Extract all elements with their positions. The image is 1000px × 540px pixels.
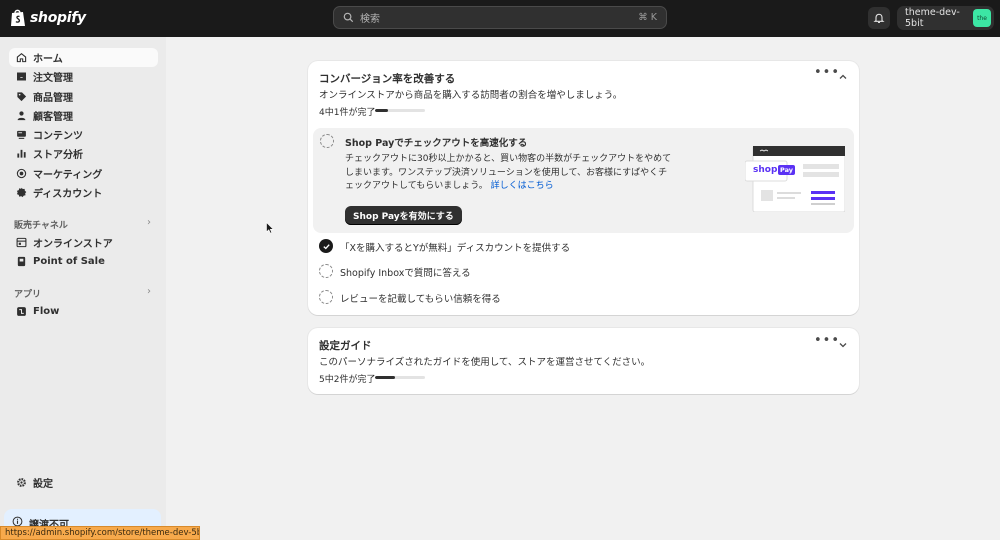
shop-pay-badge: Pay [778,165,796,175]
task-label[interactable]: 「Xを購入するとYが無料」ディスカウントを提供する [340,240,570,254]
notifications-button[interactable] [868,7,890,29]
sidebar-item-label: 設定 [33,479,53,490]
sidebar-item-label: 商品管理 [33,93,73,104]
sidebar-item-label: Flow [33,306,60,317]
storefront-icon [15,237,27,249]
more-actions-icon[interactable]: ••• [814,65,840,80]
sidebar-item-orders[interactable]: 注文管理 [9,67,158,86]
store-menu-button[interactable]: theme-dev-5bit the [897,6,994,30]
check-icon [322,243,330,249]
target-icon [15,168,27,180]
sidebar-item-label: コンテンツ [33,131,83,142]
gear-icon [15,477,27,489]
sales-channels-chevron-icon[interactable]: › [147,217,151,228]
sidebar-item-label: 顧客管理 [33,112,73,123]
bar-chart-icon [15,148,27,160]
conversion-card-subtitle: オンラインストアから商品を購入する訪問者の割合を増やしましょう。 [319,90,623,101]
sidebar-item-customers[interactable]: 顧客管理 [9,106,158,125]
search-placeholder: 検索 [360,14,380,25]
sidebar-item-content[interactable]: コンテンツ [9,125,158,144]
setup-guide-card: 設定ガイド このパーソナライズされたガイドを使用して、ストアを運営させてください… [308,328,859,394]
sidebar-item-discounts[interactable]: ディスカウント [9,183,158,202]
sidebar-item-label: オンラインストア [33,239,113,250]
conversion-card: コンバージョン率を改善する オンラインストアから商品を購入する訪問者の割合を増や… [308,61,859,315]
content-icon [15,129,27,141]
setup-progress-bar [375,376,425,379]
apps-chevron-icon[interactable]: › [147,286,151,297]
search-icon [343,12,354,23]
logo-text: shopify [30,9,86,26]
shop-pay-illustration [745,146,845,212]
task-shop-pay[interactable]: Shop Payでチェックアウトを高速化する チェックアウトに30秒以上かかると… [313,128,854,233]
search-shortcut: ⌘ K [638,12,657,23]
inbox-icon [15,71,27,83]
task-label[interactable]: レビューを記載してもらい信頼を得る [340,291,501,305]
conversion-progress-text: 4中1件が完了 [319,108,376,118]
more-actions-icon[interactable]: ••• [814,333,840,348]
enable-shop-pay-button[interactable]: Shop Payを有効にする [345,206,462,225]
discount-icon [15,187,27,199]
sidebar-item-marketing[interactable]: マーケティング [9,164,158,183]
top-bar: shopify 検索 ⌘ K theme-dev-5bit the [0,0,1000,37]
tag-icon [15,91,27,103]
sidebar-item-products[interactable]: 商品管理 [9,87,158,106]
task-complete-icon[interactable] [319,239,333,253]
sidebar-item-label: Point of Sale [33,256,105,267]
shopify-bag-icon [11,9,25,26]
sidebar-item-label: ストア分析 [33,150,83,161]
sidebar-item-label: 注文管理 [33,73,73,84]
mouse-cursor-icon [266,222,274,234]
task-incomplete-icon[interactable] [320,134,334,148]
pos-icon [15,256,27,268]
sidebar-item-analytics[interactable]: ストア分析 [9,144,158,163]
sidebar-item-point-of-sale[interactable]: Point of Sale [9,252,158,271]
sidebar-item-label: マーケティング [33,170,103,181]
conversion-progress-bar [375,109,425,112]
sidebar-item-label: ホーム [33,54,63,65]
setup-guide-subtitle: このパーソナライズされたガイドを使用して、ストアを運営させてください。 [319,357,651,368]
task-title: Shop Payでチェックアウトを高速化する [345,138,528,149]
learn-more-link[interactable]: 詳しくはこちら [491,181,554,191]
store-avatar: the [973,9,991,27]
conversion-card-title: コンバージョン率を改善する [319,73,456,85]
sidebar-item-flow[interactable]: Flow [9,302,158,321]
task-label[interactable]: Shopify Inboxで質問に答える [340,265,471,279]
sidebar: ホーム 注文管理 商品管理 顧客管理 コンテンツ ストア分析 マーケティング デ… [0,37,166,540]
bell-icon [873,13,885,23]
conversion-progress-fill [375,109,388,112]
home-icon [15,52,27,64]
flow-icon [15,306,27,318]
task-incomplete-icon[interactable] [319,290,333,304]
sidebar-item-online-store[interactable]: オンラインストア [9,233,158,252]
chevron-up-icon[interactable] [838,72,848,82]
sidebar-item-home[interactable]: ホーム [9,48,158,67]
chevron-down-icon[interactable] [838,340,848,350]
store-name: theme-dev-5bit [905,7,960,29]
search-bar[interactable]: 検索 ⌘ K [333,6,667,29]
sidebar-item-label: ディスカウント [33,189,103,200]
sidebar-item-settings[interactable]: 設定 [9,473,158,492]
setup-progress-fill [375,376,395,379]
shopify-logo[interactable]: shopify [10,8,86,27]
task-incomplete-icon[interactable] [319,264,333,278]
person-icon [15,110,27,122]
apps-heading: アプリ [14,290,42,300]
setup-progress-text: 5中2件が完了 [319,375,376,385]
task-description: チェックアウトに30秒以上かかると、買い物客の半数がチェックアウトをやめてしまい… [345,153,675,194]
sales-channels-heading: 販売チャネル [14,221,68,231]
shop-pay-logo-text: shop [753,165,778,175]
setup-guide-title: 設定ガイド [319,340,372,352]
status-url-tooltip: https://admin.shopify.com/store/theme-de… [0,526,200,540]
